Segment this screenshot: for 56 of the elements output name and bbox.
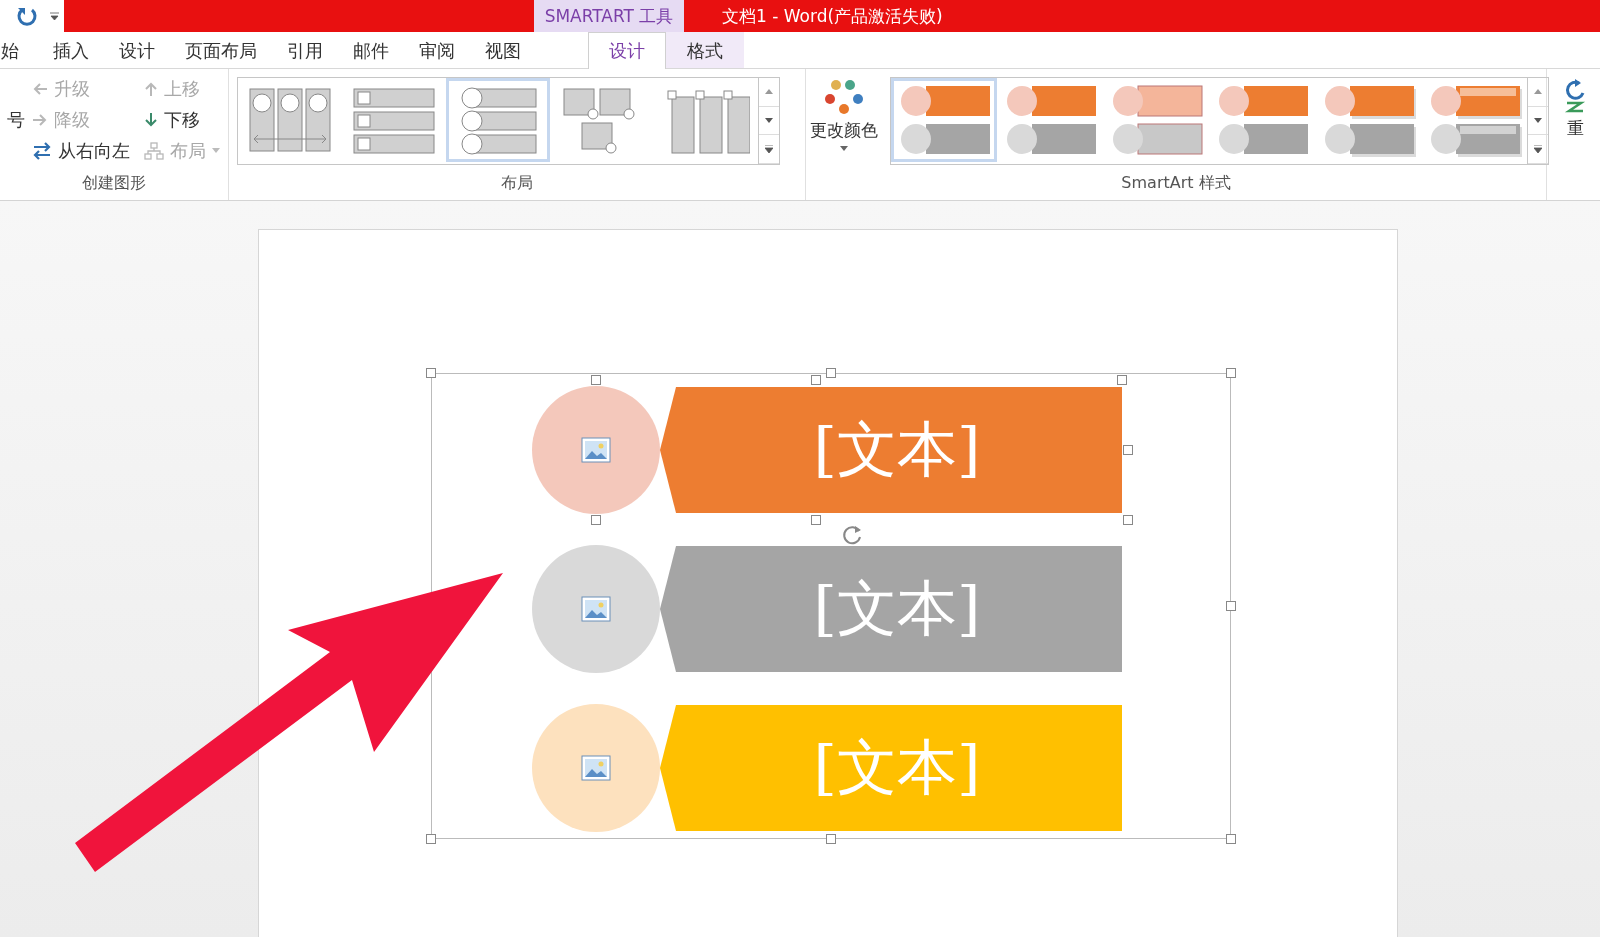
window-title: 文档1 - Word(产品激活失败) [722, 4, 943, 28]
up-caret-icon [765, 89, 773, 95]
ribbon-tab[interactable]: 设计 [104, 32, 170, 68]
resize-handle[interactable] [1226, 834, 1236, 844]
change-colors-button[interactable]: 更改颜色 [806, 77, 882, 153]
left-arrow-icon [32, 81, 48, 96]
resize-handle[interactable] [1226, 368, 1236, 378]
right-arrow-icon [32, 112, 48, 127]
ribbon-tab[interactable]: 视图 [470, 32, 536, 68]
group-label: 创建图形 [81, 173, 147, 194]
resize-handle[interactable] [426, 834, 436, 844]
ribbon-tab[interactable]: 审阅 [404, 32, 470, 68]
group-label: SmartArt 样式 [1120, 173, 1232, 194]
contextual-tab-label: SMARTART 工具 [534, 0, 684, 32]
layout-thumbnail[interactable] [446, 78, 550, 162]
group-label: 布局 [500, 173, 534, 194]
more-icon [765, 145, 773, 154]
ribbon-button[interactable]: 下移 [144, 107, 224, 132]
reset-arrows-icon [1563, 79, 1587, 113]
resize-handle[interactable] [591, 375, 601, 385]
ribbon-tab[interactable]: 设计 [588, 32, 666, 69]
resize-handle[interactable] [811, 515, 821, 525]
swap-arrows-icon [32, 140, 52, 161]
ribbon-tab[interactable]: 页面布局 [170, 32, 272, 68]
down-caret-icon [765, 118, 773, 123]
dropdown-caret-icon [840, 146, 848, 151]
undo-icon[interactable] [16, 5, 38, 27]
ribbon-button[interactable]: 号 [0, 107, 32, 132]
resize-handle[interactable] [1123, 515, 1133, 525]
up-caret-icon [1534, 89, 1542, 95]
dropdown-caret-icon[interactable] [50, 12, 59, 20]
picture-icon[interactable] [581, 437, 611, 463]
rotate-handle-icon[interactable] [842, 524, 864, 546]
more-icon [1534, 145, 1542, 154]
ribbon-tab[interactable]: 格式 [666, 32, 744, 68]
style-thumbnail[interactable] [891, 78, 997, 162]
ribbon-tab[interactable]: 引用 [272, 32, 338, 68]
picture-icon[interactable] [581, 755, 611, 781]
ribbon-tab[interactable]: 始 [0, 32, 38, 68]
down-arrow-icon [144, 111, 158, 128]
picture-icon[interactable] [581, 596, 611, 622]
resize-handle[interactable] [1123, 445, 1133, 455]
resize-handle[interactable] [826, 834, 836, 844]
resize-handle[interactable] [1117, 375, 1127, 385]
color-dots-icon [822, 79, 866, 115]
resize-handle[interactable] [591, 515, 601, 525]
dropdown-caret-icon [212, 148, 220, 153]
reset-button[interactable]: 重 [1559, 77, 1591, 142]
resize-handle[interactable] [1226, 601, 1236, 611]
hierarchy-icon [144, 141, 164, 160]
resize-handle[interactable] [426, 368, 436, 378]
ribbon-tab[interactable]: 插入 [38, 32, 104, 68]
ribbon-button[interactable]: 从右向左 [32, 138, 144, 163]
ribbon-tab[interactable]: 邮件 [338, 32, 404, 68]
down-caret-icon [1534, 118, 1542, 123]
up-arrow-icon [144, 80, 158, 97]
